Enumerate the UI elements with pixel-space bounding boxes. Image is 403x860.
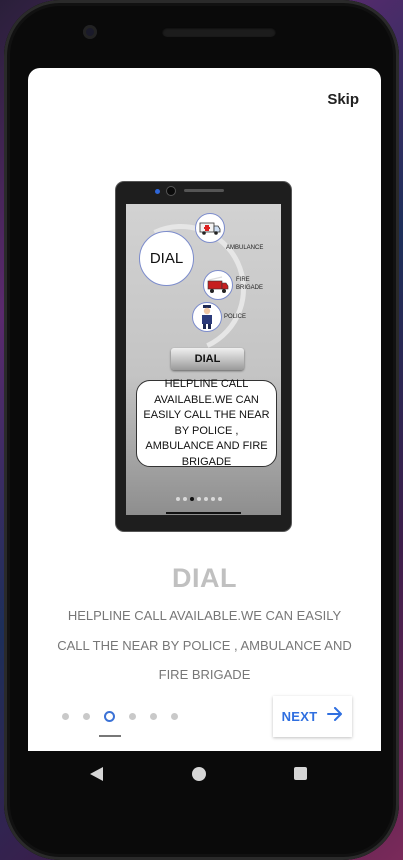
- slide-title: DIAL: [172, 563, 237, 593]
- mock-camera: [167, 187, 175, 195]
- next-button[interactable]: NEXT: [273, 696, 352, 737]
- service-label-police: POLICE: [224, 314, 247, 320]
- dial-circle: DIAL: [139, 231, 194, 286]
- skip-button[interactable]: Skip: [327, 91, 359, 108]
- page-indicator: [62, 711, 192, 722]
- mock-speaker: [184, 189, 224, 192]
- mini-dot: [204, 497, 208, 501]
- front-camera: [83, 25, 97, 39]
- phone-illustration: DIAL AMBULANCE FIRE BRIGADE POLICE DIAL …: [116, 182, 291, 531]
- illustration-screen: DIAL AMBULANCE FIRE BRIGADE POLICE DIAL …: [126, 204, 281, 515]
- service-label-ambulance: AMBULANCE: [226, 245, 264, 251]
- earpiece-speaker: [162, 27, 276, 37]
- onboarding-screen: Skip DIAL AMBULANCE FIRE BRIGADE POLICE …: [28, 68, 381, 751]
- mini-dot: [176, 497, 180, 501]
- fire-truck-icon: [203, 270, 233, 300]
- slide-description: HELPLINE CALL AVAILABLE.WE CAN EASILY CA…: [57, 608, 352, 682]
- page-dot-active[interactable]: [104, 711, 115, 722]
- mock-home-bar: [166, 512, 241, 514]
- next-button-label: NEXT: [281, 709, 318, 724]
- home-icon[interactable]: [192, 767, 206, 781]
- page-dot[interactable]: [150, 713, 157, 720]
- mini-dot: [218, 497, 222, 501]
- arrow-right-icon: [327, 707, 343, 726]
- back-icon[interactable]: [90, 767, 104, 786]
- illustration-dial-button: DIAL: [171, 348, 244, 370]
- page-dot[interactable]: [83, 713, 90, 720]
- system-nav-bar: [4, 751, 399, 797]
- mini-dot: [197, 497, 201, 501]
- page-dot[interactable]: [62, 713, 69, 720]
- page-dot[interactable]: [129, 713, 136, 720]
- phone-frame: Skip DIAL AMBULANCE FIRE BRIGADE POLICE …: [4, 0, 399, 860]
- service-label-fire-brigade: FIRE BRIGADE: [236, 277, 264, 291]
- mini-dot: [190, 497, 194, 501]
- police-officer-icon: [192, 302, 222, 332]
- illustration-description-bubble: HELPLINE CALL AVAILABLE.WE CAN EASILY CA…: [136, 378, 277, 468]
- mini-dot: [211, 497, 215, 501]
- mock-sensor-dot: [155, 189, 160, 194]
- ambulance-icon: [195, 213, 225, 243]
- illustration-page-dots: [176, 497, 222, 501]
- page-dot[interactable]: [171, 713, 178, 720]
- mini-dot: [183, 497, 187, 501]
- active-page-underline: [99, 735, 121, 737]
- recent-apps-icon[interactable]: [294, 767, 307, 780]
